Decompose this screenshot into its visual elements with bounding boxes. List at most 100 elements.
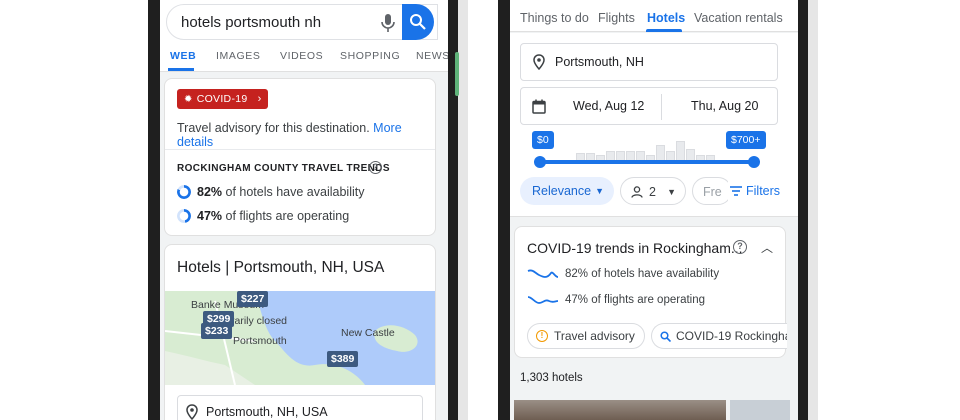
hotel-photo[interactable]: [730, 400, 790, 420]
dropdown-arrow-icon: ▼: [667, 187, 676, 197]
covid-search-chip[interactable]: COVID-19 Rockingha: [651, 323, 787, 349]
price-pin[interactable]: $227: [237, 291, 269, 307]
search-icon: [410, 14, 426, 30]
info-icon: !: [536, 330, 548, 342]
hotels-pct: 82%: [197, 185, 223, 199]
sort-label: Relevance: [532, 184, 592, 198]
dropdown-arrow-icon: ▼: [595, 186, 604, 196]
trend-line-icon: [527, 296, 559, 304]
covid-badge[interactable]: ✹ COVID-19 ›: [177, 89, 268, 109]
left-phone-edge: [458, 0, 468, 420]
tab-images[interactable]: IMAGES: [216, 50, 260, 62]
progress-ring-icon: [177, 185, 191, 199]
price-pin[interactable]: $233: [201, 323, 233, 339]
checkin-date[interactable]: Wed, Aug 12: [573, 99, 644, 113]
search-input[interactable]: hotels portsmouth nh: [166, 4, 438, 40]
date-separator: [661, 94, 662, 120]
hotels-map[interactable]: Banke Museum rarily closed Portsmouth Ne…: [165, 291, 435, 385]
virus-icon: ✹: [184, 94, 193, 105]
scroll-indicator: [455, 52, 459, 96]
price-histogram: [576, 141, 716, 161]
tab-web[interactable]: WEB: [170, 50, 196, 62]
flights-trend-label: 47% of flights are operating: [565, 294, 706, 306]
hotels-trend: 82% of hotels have availability: [527, 267, 719, 281]
search-panel: Portsmouth, NH Wed, Aug 12 Thu, Aug 20 $…: [510, 33, 798, 217]
location-pin-icon: [533, 54, 545, 70]
mic-icon[interactable]: [379, 13, 397, 33]
price-min-handle[interactable]: [534, 156, 546, 168]
price-pin[interactable]: $389: [327, 351, 359, 367]
location-field[interactable]: Portsmouth, NH, USA: [177, 395, 423, 420]
free-cancellation-chip[interactable]: Fre: [692, 177, 732, 205]
price-max-label: $700+: [726, 131, 766, 149]
hotel-count: 1,303 hotels: [520, 372, 583, 384]
covid-trends-title: COVID-19 trends in Rockingham...: [527, 240, 743, 256]
right-screen: Things to do Flights Hotels Vacation ren…: [510, 0, 798, 420]
hotels-title: Hotels | Portsmouth, NH, USA: [177, 259, 385, 276]
tab-news[interactable]: NEWS: [416, 50, 448, 62]
tab-things-to-do[interactable]: Things to do: [520, 11, 589, 25]
location-text: Portsmouth, NH, USA: [206, 405, 328, 419]
checkout-date[interactable]: Thu, Aug 20: [691, 99, 758, 113]
flights-trend: 47% of flights are operating: [177, 209, 349, 223]
chevron-up-icon[interactable]: ︿: [761, 239, 773, 256]
progress-ring-icon: [177, 209, 191, 223]
help-icon[interactable]: ?: [733, 240, 747, 254]
tab-shopping[interactable]: SHOPPING: [340, 50, 400, 62]
tab-hotels[interactable]: Hotels: [647, 11, 685, 25]
flights-trend: 47% of flights are operating: [527, 293, 705, 307]
filters-label: Filters: [746, 184, 781, 198]
divider: [165, 149, 435, 150]
chevron-right-icon: ›: [257, 93, 262, 105]
sort-dropdown[interactable]: Relevance ▼: [520, 177, 614, 205]
location-input[interactable]: Portsmouth, NH: [520, 43, 778, 81]
filters-button[interactable]: Filters: [728, 177, 790, 205]
advisory-text: Travel advisory for this destination. Mo…: [177, 121, 435, 149]
left-screen: hotels portsmouth nh WEB IMAGES VIDEOS S…: [160, 0, 448, 420]
map-label: rarily closed: [231, 315, 288, 327]
filter-icon: [730, 186, 742, 196]
tab-flights[interactable]: Flights: [598, 11, 635, 25]
hotels-trend: 82% of hotels have availability: [177, 185, 364, 199]
hotels-trend-label: of hotels have availability: [222, 185, 365, 199]
search-icon: [660, 331, 671, 342]
travel-advisory-chip[interactable]: ! Travel advisory: [527, 323, 645, 349]
price-max-handle[interactable]: [748, 156, 760, 168]
active-tab-indicator: [646, 29, 682, 32]
date-range-field[interactable]: Wed, Aug 12 Thu, Aug 20: [520, 87, 778, 125]
travel-tabs: Things to do Flights Hotels Vacation ren…: [510, 0, 798, 32]
map-label: Portsmouth: [233, 335, 287, 347]
price-slider[interactable]: [540, 160, 754, 164]
left-phone: hotels portsmouth nh WEB IMAGES VIDEOS S…: [148, 0, 460, 420]
covid-card: ✹ COVID-19 › Travel advisory for this des…: [164, 78, 436, 236]
right-phone: Things to do Flights Hotels Vacation ren…: [498, 0, 810, 420]
person-icon: [631, 186, 643, 198]
guests-dropdown[interactable]: 2 ▼: [620, 177, 686, 205]
search-header: hotels portsmouth nh WEB IMAGES VIDEOS S…: [160, 0, 448, 72]
covid-search-label: COVID-19 Rockingha: [676, 329, 787, 343]
advisory-label: Travel advisory for this destination.: [177, 121, 370, 135]
trend-line-icon: [527, 269, 559, 278]
active-tab-indicator: [168, 68, 194, 71]
covid-trends-card: COVID-19 trends in Rockingham... ? ︿ 82%…: [514, 226, 787, 358]
right-phone-edge: [808, 0, 818, 420]
price-min-label: $0: [532, 131, 554, 149]
flights-trend-label: of flights are operating: [222, 209, 350, 223]
hotel-photo[interactable]: [514, 400, 726, 420]
trends-title: ROCKINGHAM COUNTY TRAVEL TRENDS: [177, 163, 390, 174]
covid-badge-label: COVID-19: [196, 93, 248, 105]
search-query[interactable]: hotels portsmouth nh: [181, 14, 321, 31]
travel-advisory-label: Travel advisory: [554, 329, 635, 343]
location-value: Portsmouth, NH: [555, 55, 644, 69]
flights-pct: 47%: [197, 209, 223, 223]
hotels-card: Hotels | Portsmouth, NH, USA Banke Museu…: [164, 244, 436, 420]
help-icon[interactable]: ?: [369, 161, 382, 174]
tab-vacation-rentals[interactable]: Vacation rentals: [694, 11, 783, 25]
calendar-icon: [532, 99, 546, 114]
tab-videos[interactable]: VIDEOS: [280, 50, 323, 62]
search-tabs: WEB IMAGES VIDEOS SHOPPING NEWS: [160, 44, 448, 72]
hotels-trend-label: 82% of hotels have availability: [565, 268, 720, 280]
guests-count: 2: [649, 185, 656, 199]
location-pin-icon: [186, 404, 198, 420]
map-label: New Castle: [341, 327, 395, 339]
